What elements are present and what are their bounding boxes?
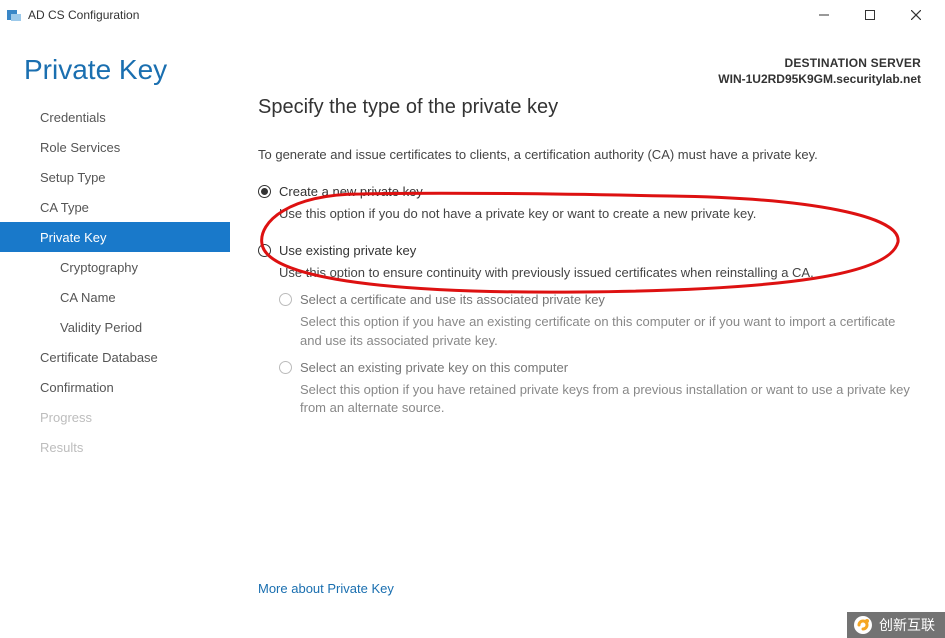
radio-icon	[258, 185, 271, 198]
sub-cert-desc: Select this option if you have an existi…	[300, 313, 917, 349]
option-create-desc: Use this option if you do not have a pri…	[279, 205, 917, 223]
sidebar-item-label: Private Key	[40, 230, 106, 245]
destination-block: DESTINATION SERVER WIN-1U2RD95K9GM.secur…	[718, 54, 921, 86]
radio-select-key: Select an existing private key on this c…	[279, 360, 917, 375]
page-title: Private Key	[24, 54, 167, 86]
sidebar-item-ca-name[interactable]: CA Name	[0, 282, 230, 312]
sidebar-item-validity-period[interactable]: Validity Period	[0, 312, 230, 342]
sub-key-desc: Select this option if you have retained …	[300, 381, 917, 417]
option-use-existing: Use existing private key Use this option…	[258, 243, 917, 417]
sidebar-item-private-key[interactable]: Private Key	[0, 222, 230, 252]
sidebar-item-label: Certificate Database	[40, 350, 158, 365]
app-icon	[6, 7, 22, 23]
sidebar-item-label: Results	[40, 440, 83, 455]
sub-option-select-cert: Select a certificate and use its associa…	[279, 292, 917, 349]
sidebar-item-label: Cryptography	[60, 260, 138, 275]
sidebar-item-label: Role Services	[40, 140, 120, 155]
radio-icon	[279, 293, 292, 306]
destination-value: WIN-1U2RD95K9GM.securitylab.net	[718, 72, 921, 86]
header: Private Key DESTINATION SERVER WIN-1U2RD…	[0, 30, 945, 96]
sidebar-item-confirmation[interactable]: Confirmation	[0, 372, 230, 402]
titlebar: AD CS Configuration	[0, 0, 945, 30]
sidebar: Credentials Role Services Setup Type CA Typ…	[0, 96, 230, 614]
main-heading: Specify the type of the private key	[258, 96, 917, 119]
sidebar-item-role-services[interactable]: Role Services	[0, 132, 230, 162]
radio-icon	[258, 244, 271, 257]
radio-create-new[interactable]: Create a new private key	[258, 184, 917, 199]
watermark-text: 创新互联	[879, 615, 935, 635]
more-about-link[interactable]: More about Private Key	[258, 581, 394, 596]
option-create-new: Create a new private key Use this option…	[258, 184, 917, 223]
main-panel: Specify the type of the private key To g…	[230, 96, 945, 614]
window-title: AD CS Configuration	[28, 8, 139, 22]
sidebar-item-cryptography[interactable]: Cryptography	[0, 252, 230, 282]
window-controls	[801, 0, 939, 30]
sidebar-item-label: Validity Period	[60, 320, 142, 335]
sidebar-item-progress: Progress	[0, 402, 230, 432]
sidebar-item-label: Credentials	[40, 110, 106, 125]
sidebar-item-certificate-database[interactable]: Certificate Database	[0, 342, 230, 372]
sidebar-item-results: Results	[0, 432, 230, 462]
radio-label: Select an existing private key on this c…	[300, 360, 568, 375]
option-existing-desc: Use this option to ensure continuity wit…	[279, 264, 917, 282]
sidebar-item-credentials[interactable]: Credentials	[0, 102, 230, 132]
sidebar-item-setup-type[interactable]: Setup Type	[0, 162, 230, 192]
sidebar-item-label: Progress	[40, 410, 92, 425]
close-button[interactable]	[893, 0, 939, 30]
content: Credentials Role Services Setup Type CA Typ…	[0, 96, 945, 614]
maximize-button[interactable]	[847, 0, 893, 30]
radio-label: Create a new private key	[279, 184, 423, 199]
sidebar-item-label: CA Name	[60, 290, 116, 305]
radio-label: Select a certificate and use its associa…	[300, 292, 605, 307]
radio-use-existing[interactable]: Use existing private key	[258, 243, 917, 258]
radio-select-cert: Select a certificate and use its associa…	[279, 292, 917, 307]
sidebar-item-label: CA Type	[40, 200, 89, 215]
sidebar-item-ca-type[interactable]: CA Type	[0, 192, 230, 222]
intro-text: To generate and issue certificates to cl…	[258, 147, 917, 162]
watermark-logo-icon	[853, 615, 873, 635]
sidebar-item-label: Setup Type	[40, 170, 106, 185]
radio-label: Use existing private key	[279, 243, 416, 258]
radio-icon	[279, 361, 292, 374]
minimize-button[interactable]	[801, 0, 847, 30]
sidebar-item-label: Confirmation	[40, 380, 114, 395]
watermark: 创新互联	[847, 612, 945, 638]
sub-option-select-key: Select an existing private key on this c…	[279, 360, 917, 417]
destination-label: DESTINATION SERVER	[718, 56, 921, 70]
